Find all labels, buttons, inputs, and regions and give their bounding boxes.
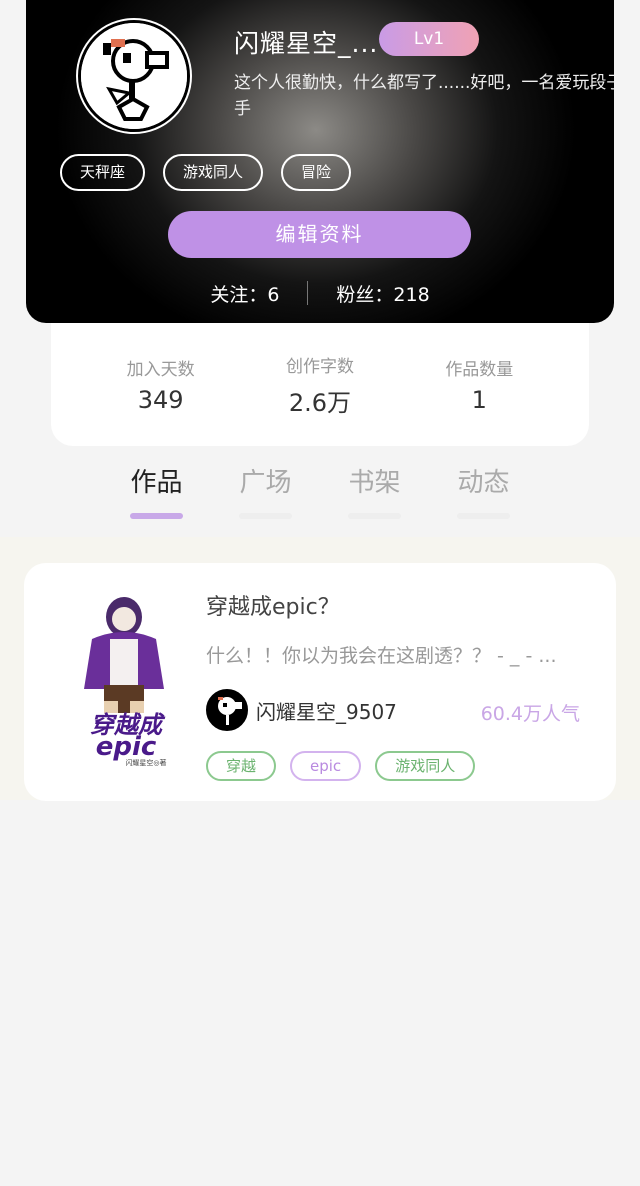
work-title[interactable]: 穿越成epic？ [206, 589, 340, 621]
work-tags: 穿越 epic 游戏同人 [206, 751, 476, 781]
tab-indicator [457, 513, 510, 519]
stats-card: 加入天数 349 创作字数 2.6万 作品数量 1 [51, 323, 589, 446]
cover-subtitle: epic [96, 732, 157, 762]
stat-works-count: 作品数量 1 [409, 355, 549, 414]
profile-tag[interactable]: 游戏同人 [163, 154, 264, 191]
tab-label: 动态 [457, 468, 510, 498]
avatar[interactable] [78, 20, 190, 132]
profile-page: 闪耀星空_... Lv1 这个人很勤快，什么都写了......好吧，一名爱玩段子… [0, 0, 640, 1186]
cover-art-icon: 穿越成 epic 闪耀星空◎著 [64, 589, 188, 767]
profile-tag[interactable]: 冒险 [281, 154, 352, 191]
level-badge: Lv1 [379, 22, 479, 56]
work-card[interactable]: 穿越成 epic 闪耀星空◎著 穿越成epic？ 什么！！你以为我会在这剧透？？… [24, 563, 616, 801]
work-author[interactable]: 闪耀星空_9507 [206, 689, 397, 731]
stat-label: 创作字数 [285, 356, 354, 377]
profile-tag[interactable]: 天秤座 [60, 154, 146, 191]
popularity: 60.4万人气 [480, 703, 580, 725]
bio: 这个人很勤快，什么都写了......好吧，一名爱玩段子手 [234, 73, 614, 119]
work-cover[interactable]: 穿越成 epic 闪耀星空◎著 [64, 589, 188, 767]
divider [307, 281, 309, 305]
author-name: 闪耀星空_9507 [256, 699, 397, 724]
work-tag[interactable]: 穿越 [206, 751, 277, 781]
cover-byline: 闪耀星空◎著 [125, 758, 166, 767]
tab-label: 书架 [348, 468, 401, 498]
username: 闪耀星空_... [234, 29, 379, 58]
tab-indicator [239, 513, 292, 519]
content-tabs: 作品 广场 书架 动态 [102, 462, 538, 519]
tab-bookshelf[interactable]: 书架 [320, 462, 429, 519]
stat-word-count: 创作字数 2.6万 [250, 352, 390, 418]
work-tag[interactable]: epic [290, 751, 362, 781]
stat-label: 加入天数 [126, 360, 195, 380]
stat-value: 349 [137, 386, 184, 414]
stat-value: 2.6万 [288, 388, 352, 417]
tab-works[interactable]: 作品 [102, 462, 211, 519]
fans-count[interactable]: 粉丝：218 [336, 280, 429, 307]
tab-indicator [130, 513, 183, 519]
stat-value: 1 [471, 386, 487, 414]
stat-join-days: 加入天数 349 [91, 355, 231, 414]
author-avatar [206, 689, 248, 731]
profile-tags: 天秤座 游戏同人 冒险 [60, 154, 352, 191]
profile-header: 闪耀星空_... Lv1 这个人很勤快，什么都写了......好吧，一名爱玩段子… [26, 0, 614, 323]
stat-label: 作品数量 [445, 360, 514, 380]
tab-activity[interactable]: 动态 [429, 462, 538, 519]
tab-label: 作品 [130, 468, 183, 498]
edit-profile-button[interactable]: 编辑资料 [168, 211, 471, 258]
peashooter-avatar-icon [207, 690, 247, 730]
work-tag[interactable]: 游戏同人 [375, 751, 476, 781]
following-count[interactable]: 关注：6 [210, 280, 279, 307]
tab-label: 广场 [239, 468, 292, 498]
works-list: 穿越成 epic 闪耀星空◎著 穿越成epic？ 什么！！你以为我会在这剧透？？… [0, 537, 640, 801]
peashooter-avatar-icon [81, 23, 187, 129]
work-description: 什么！！你以为我会在这剧透？？ - _ - ... [206, 645, 557, 667]
tab-indicator [348, 513, 401, 519]
follow-stats: 关注：6 粉丝：218 [26, 278, 614, 308]
tab-square[interactable]: 广场 [211, 462, 320, 519]
